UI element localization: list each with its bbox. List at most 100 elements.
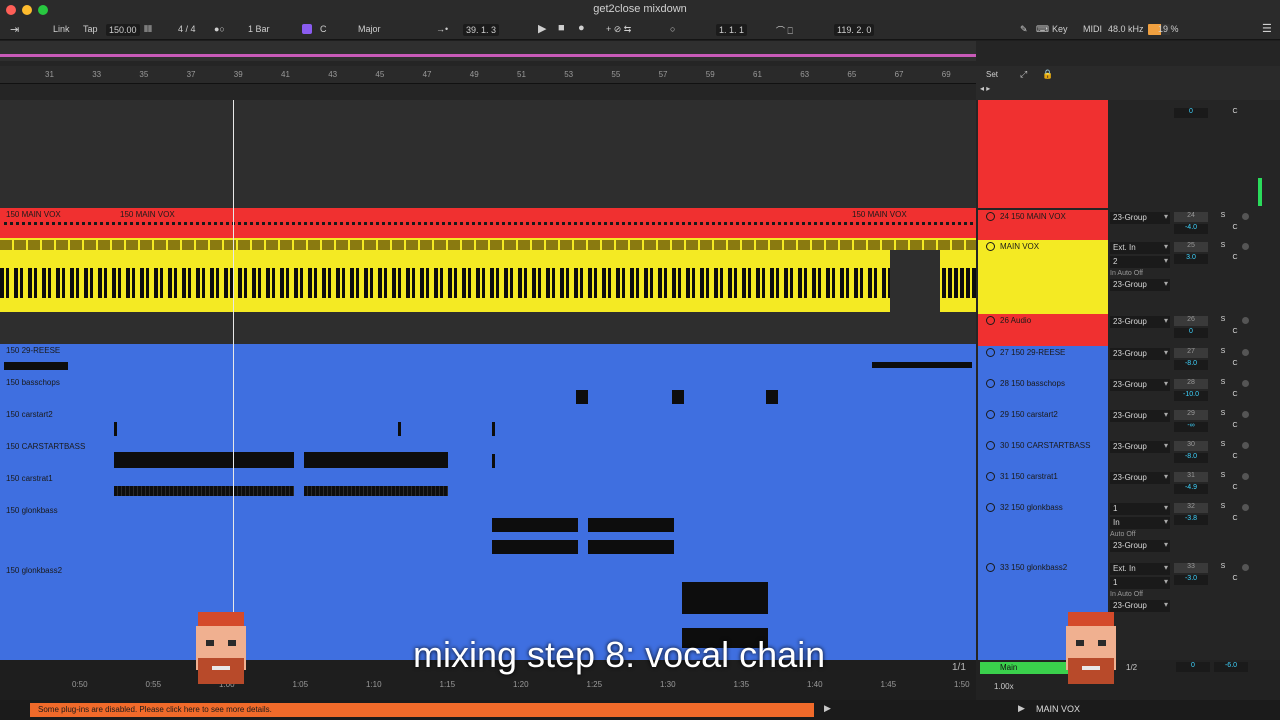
main-volume[interactable]: 0	[1176, 662, 1210, 672]
arm-button[interactable]	[1242, 411, 1249, 418]
track-number-button[interactable]: 29	[1174, 410, 1208, 420]
scale-mode-icon[interactable]	[302, 24, 312, 34]
solo-button[interactable]: S	[1218, 410, 1228, 420]
solo-button[interactable]: S	[1218, 379, 1228, 389]
volume-field[interactable]: -10.0	[1174, 391, 1208, 401]
track-header[interactable]: 31 150 carstrat1	[978, 470, 1108, 501]
fold-icon[interactable]	[986, 472, 995, 481]
track-header[interactable]: 27 150 29-REESE	[978, 346, 1108, 377]
volume-field[interactable]: 0	[1174, 328, 1208, 338]
solo-button[interactable]: S	[1218, 563, 1228, 573]
track-lane-main-vox[interactable]	[0, 238, 976, 312]
solo-button[interactable]: S	[1218, 212, 1228, 222]
pan-knob[interactable]: C	[1230, 453, 1240, 463]
track-header[interactable]: 32 150 glonkbass	[978, 501, 1108, 561]
track-header[interactable]: 28 150 basschops	[978, 377, 1108, 408]
pan-knob[interactable]: C	[1230, 254, 1240, 264]
output-select[interactable]: 23-Group	[1110, 316, 1170, 328]
loop-length-field[interactable]: 119. 2. 0	[834, 24, 875, 36]
scroll-arrows-icon[interactable]: ◂ ▸	[980, 84, 990, 93]
fold-icon[interactable]	[986, 441, 995, 450]
track-lane-main-vox-group[interactable]: 150 MAIN VOX 150 MAIN VOX 150 MAIN VOX	[0, 208, 976, 238]
track-lane-glonkbass[interactable]: 150 glonkbass	[0, 504, 976, 564]
key-map-button[interactable]: Key	[1052, 24, 1068, 34]
fold-icon[interactable]	[986, 316, 995, 325]
main-volume-2[interactable]: -6.0	[1214, 662, 1248, 672]
track-lane-reese[interactable]: 150 29-REESE	[0, 344, 976, 376]
arm-button[interactable]	[1242, 243, 1249, 250]
metronome-icon[interactable]: ●○	[214, 24, 225, 34]
track-number-button[interactable]: 26	[1174, 316, 1208, 326]
track-header[interactable]: MAIN VOX	[978, 240, 1108, 314]
expand-icon[interactable]: ⤢	[1020, 69, 1027, 80]
key-select[interactable]: C	[320, 24, 327, 34]
loop-punch-icon[interactable]: ○	[670, 24, 675, 34]
track-lane-carstrat1[interactable]: 150 carstrat1	[0, 472, 976, 504]
keyboard-icon[interactable]: ⌨	[1036, 24, 1049, 35]
input-channel-select[interactable]: 2	[1110, 256, 1170, 268]
solo-button[interactable]: S	[1218, 348, 1228, 358]
pan-knob[interactable]: C	[1230, 391, 1240, 401]
fold-icon[interactable]	[986, 212, 995, 221]
pan-knob[interactable]: C	[1230, 224, 1240, 234]
arm-button[interactable]	[1242, 349, 1249, 356]
fold-icon[interactable]	[986, 503, 995, 512]
track-number-button[interactable]: 32	[1174, 503, 1208, 513]
output-select[interactable]: 23-Group	[1110, 410, 1170, 422]
monitor-off-button[interactable]: Off	[1134, 591, 1143, 598]
midi-sync-icon[interactable]: ⇥	[10, 23, 19, 36]
track-number-button[interactable]: 27	[1174, 348, 1208, 358]
volume-field[interactable]: -3.0	[1174, 575, 1208, 585]
solo-button[interactable]: S	[1218, 316, 1228, 326]
output-select[interactable]: 23-Group	[1110, 279, 1170, 291]
pan-knob[interactable]: C	[1230, 515, 1240, 525]
input-channel-select[interactable]: 1	[1110, 577, 1170, 589]
pan-knob[interactable]: C	[1230, 360, 1240, 370]
monitor-auto-button[interactable]: Auto	[1117, 270, 1131, 277]
monitor-auto-button[interactable]: Auto	[1110, 531, 1124, 538]
pan-knob[interactable]: C	[1230, 328, 1240, 338]
monitor-in-button[interactable]: In	[1110, 591, 1116, 598]
menu-icon[interactable]: ☰	[1262, 22, 1272, 35]
output-select[interactable]: 23-Group	[1110, 540, 1170, 552]
arrangement-overview[interactable]	[0, 41, 976, 61]
volume-field[interactable]: -4.0	[1174, 224, 1208, 234]
track-header[interactable]: 24 150 MAIN VOX	[978, 210, 1108, 240]
overdub-icon[interactable]: + ⊘ ⇆	[606, 24, 631, 35]
fold-icon[interactable]	[986, 348, 995, 357]
lock-icon[interactable]: 🔒	[1042, 69, 1053, 80]
solo-button[interactable]: S	[1218, 472, 1228, 482]
arm-button[interactable]	[1242, 317, 1249, 324]
fold-icon[interactable]	[986, 242, 995, 251]
quantize-select[interactable]: 1 Bar	[248, 24, 270, 34]
volume-field[interactable]: -∞	[1174, 422, 1208, 432]
arm-button[interactable]	[1242, 213, 1249, 220]
output-select[interactable]: 23-Group	[1110, 441, 1170, 453]
time-signature-field[interactable]: 4 / 4	[178, 24, 196, 34]
tap-button[interactable]: Tap	[83, 24, 98, 34]
stop-button[interactable]: ■	[558, 22, 565, 34]
track-lane-audio[interactable]	[0, 312, 976, 344]
fold-icon[interactable]	[986, 563, 995, 572]
monitor-auto-button[interactable]: Auto	[1117, 591, 1131, 598]
track-header-group[interactable]	[978, 100, 1108, 208]
volume-field[interactable]: 3.0	[1174, 254, 1208, 264]
pan-knob[interactable]: C	[1230, 575, 1240, 585]
monitor-off-button[interactable]: Off	[1134, 270, 1143, 277]
detail-arrow-icon[interactable]: ▶	[1018, 703, 1025, 714]
arm-button[interactable]	[1242, 473, 1249, 480]
arm-button[interactable]	[1242, 442, 1249, 449]
solo-button[interactable]: S	[1218, 441, 1228, 451]
follow-icon[interactable]: →•	[436, 24, 448, 34]
track-number-button[interactable]: 30	[1174, 441, 1208, 451]
output-select[interactable]: Ext. In	[1110, 242, 1170, 254]
fold-icon[interactable]	[986, 379, 995, 388]
playhead[interactable]	[233, 100, 234, 660]
arm-button[interactable]	[1242, 504, 1249, 511]
solo-button[interactable]: S	[1218, 242, 1228, 252]
track-lane-carstart2[interactable]: 150 carstart2	[0, 408, 976, 440]
play-button[interactable]: ▶	[538, 22, 546, 35]
fold-icon[interactable]	[986, 410, 995, 419]
beat-ruler[interactable]: 31 33 35 37 39 41 43 45 47 49 51 53 55 57 59 61 63 65 67 69	[0, 66, 976, 84]
scale-select[interactable]: Major	[358, 24, 381, 34]
